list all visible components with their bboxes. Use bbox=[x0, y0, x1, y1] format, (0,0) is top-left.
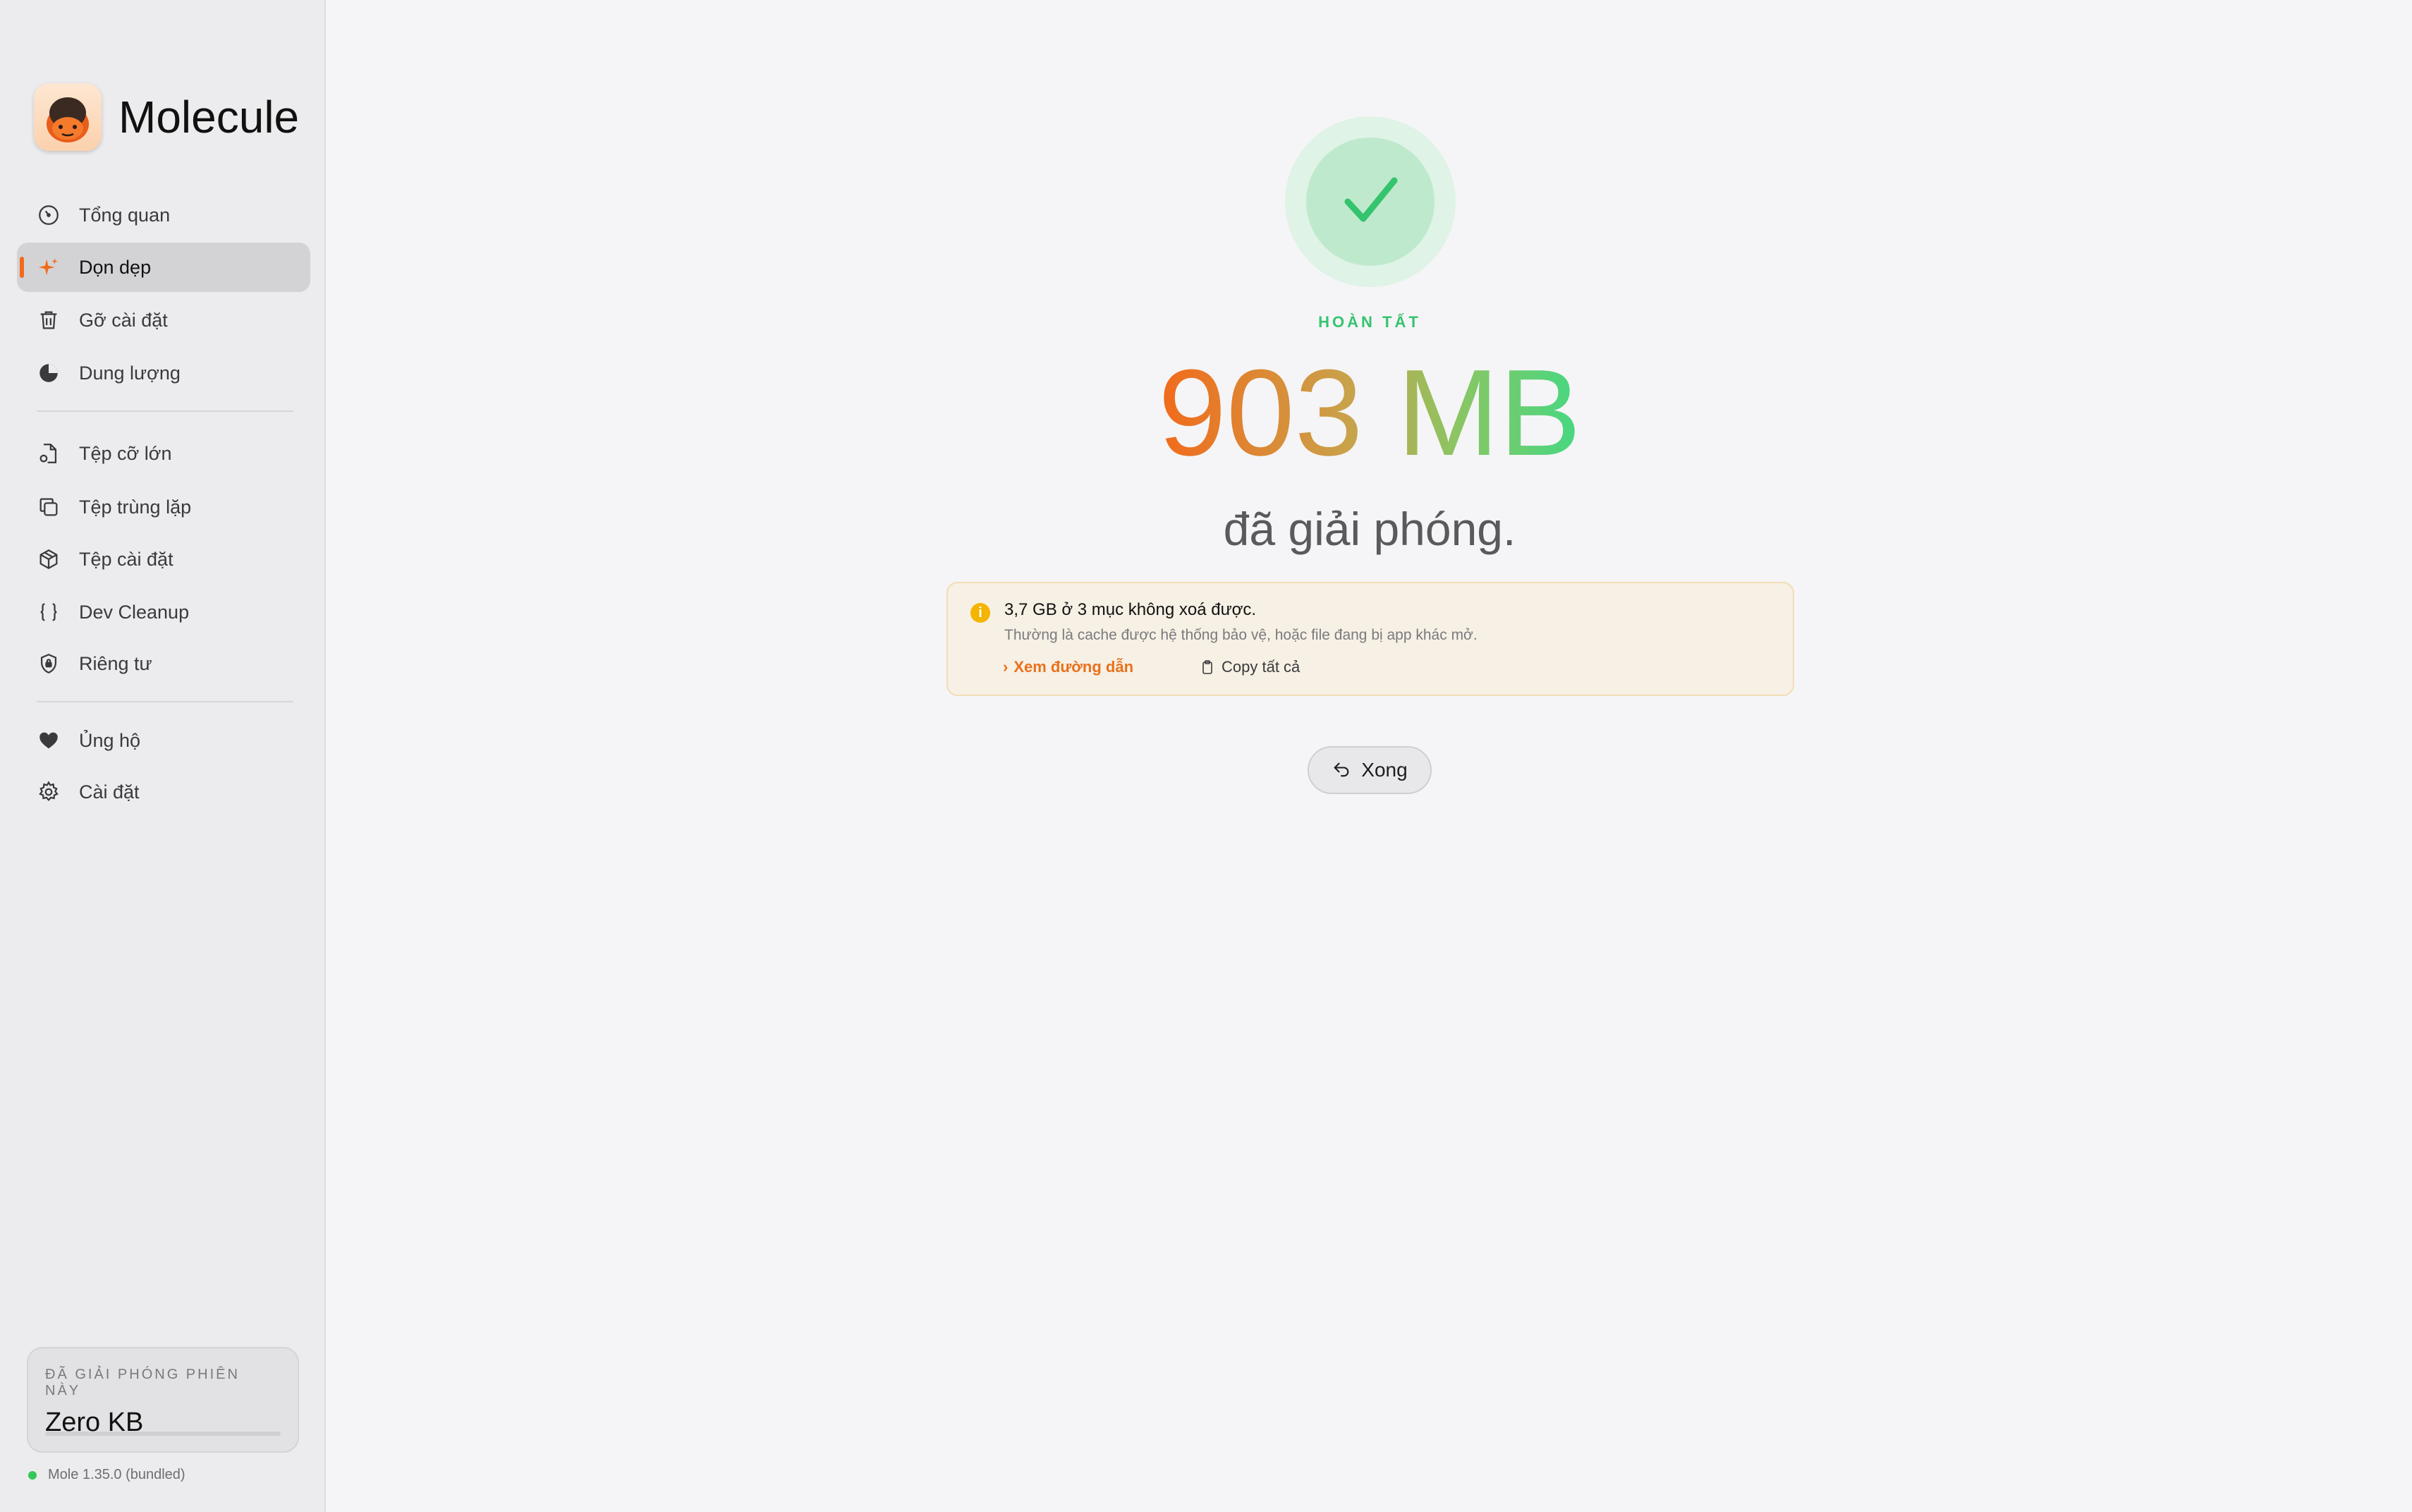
sparkle-icon bbox=[37, 255, 61, 279]
status-label: HOÀN TẤT bbox=[1318, 313, 1421, 331]
sidebar-item-large-files[interactable]: Tệp cỡ lớn bbox=[17, 429, 310, 478]
braces-icon bbox=[37, 600, 61, 624]
sidebar-item-label: Tệp trùng lặp bbox=[79, 496, 192, 518]
sidebar-item-settings[interactable]: Cài đặt bbox=[17, 767, 310, 817]
pie-chart-icon bbox=[37, 361, 61, 385]
return-arrow-icon bbox=[1334, 762, 1349, 777]
sidebar-item-overview[interactable]: Tổng quan bbox=[17, 190, 310, 240]
sidebar-item-dev-cleanup[interactable]: Dev Cleanup bbox=[17, 587, 310, 637]
copy-all-label: Copy tất cả bbox=[1222, 658, 1301, 676]
sidebar-item-duplicates[interactable]: Tệp trùng lặp bbox=[17, 482, 310, 532]
sidebar-item-label: Gỡ cài đặt bbox=[79, 309, 168, 331]
done-button[interactable]: Xong bbox=[1308, 746, 1432, 794]
sidebar-item-label: Tệp cỡ lớn bbox=[79, 442, 172, 464]
sidebar-item-installers[interactable]: Tệp cài đặt bbox=[17, 535, 310, 584]
view-paths-link[interactable]: › Xem đường dẫn bbox=[1003, 658, 1133, 676]
freed-size-value: 903 MB bbox=[1158, 343, 1581, 481]
session-freed-card: ĐÃ GIẢI PHÓNG PHIÊN NÀY Zero KB bbox=[27, 1347, 299, 1453]
session-freed-title: ĐÃ GIẢI PHÓNG PHIÊN NÀY bbox=[45, 1367, 240, 1398]
sidebar-item-label: Dung lượng bbox=[79, 362, 181, 384]
duplicate-icon bbox=[37, 495, 61, 519]
gear-icon bbox=[37, 780, 61, 804]
sidebar-item-label: Cài đặt bbox=[79, 781, 140, 803]
warning-title: 3,7 GB ở 3 mục không xoá được. bbox=[1004, 600, 1257, 619]
sidebar-item-support[interactable]: Ủng hộ bbox=[17, 716, 310, 765]
app-logo bbox=[34, 83, 102, 151]
success-circle bbox=[1306, 138, 1435, 266]
version-label: Mole 1.35.0 (bundled) bbox=[48, 1467, 185, 1482]
success-badge bbox=[1285, 116, 1456, 287]
info-icon: i bbox=[970, 603, 990, 623]
large-file-icon bbox=[37, 441, 61, 465]
clipboard-icon bbox=[1202, 660, 1212, 674]
freed-size: 903 MB bbox=[327, 346, 2412, 480]
trash-icon bbox=[37, 308, 61, 332]
shield-icon bbox=[37, 652, 61, 676]
package-icon bbox=[37, 547, 61, 571]
sidebar-item-storage[interactable]: Dung lượng bbox=[17, 348, 310, 398]
warning-description: Thường là cache được hệ thống bảo vệ, ho… bbox=[1004, 627, 1478, 643]
sidebar-item-label: Dọn dẹp bbox=[79, 256, 152, 278]
active-indicator bbox=[20, 257, 24, 278]
copy-all-button[interactable]: Copy tất cả bbox=[1199, 658, 1300, 676]
sidebar-item-cleanup[interactable]: Dọn dẹp bbox=[17, 243, 310, 292]
sidebar-item-label: Riêng tư bbox=[79, 652, 152, 674]
sidebar-item-label: Ủng hộ bbox=[79, 729, 141, 751]
sidebar-item-label: Tệp cài đặt bbox=[79, 548, 173, 570]
status-dot bbox=[28, 1470, 37, 1480]
heart-icon bbox=[37, 728, 61, 752]
sidebar: Molecule Tổng quan Dọn dẹp Gỡ cài đặt Du… bbox=[0, 0, 326, 1512]
checkmark-icon bbox=[1344, 177, 1398, 222]
sidebar-item-label: Dev Cleanup bbox=[79, 601, 190, 623]
chevron-right-icon: › bbox=[1003, 658, 1009, 676]
warning-banner: i 3,7 GB ở 3 mục không xoá được. Thường … bbox=[946, 582, 1794, 696]
app-brand: Molecule bbox=[34, 83, 299, 151]
gauge-icon bbox=[37, 203, 61, 227]
app-name: Molecule bbox=[118, 92, 300, 142]
sidebar-item-label: Tổng quan bbox=[79, 204, 171, 226]
sidebar-item-privacy[interactable]: Riêng tư bbox=[17, 639, 310, 688]
sidebar-divider bbox=[37, 410, 293, 412]
main-content: HOÀN TẤT 903 MB đã giải phóng. i 3,7 GB … bbox=[327, 0, 2412, 1512]
session-freed-progress bbox=[45, 1432, 281, 1436]
version-info: Mole 1.35.0 (bundled) bbox=[28, 1467, 185, 1483]
sidebar-divider bbox=[37, 701, 293, 702]
freed-subtitle: đã giải phóng. bbox=[1223, 503, 1516, 555]
sidebar-item-uninstall[interactable]: Gỡ cài đặt bbox=[17, 295, 310, 345]
done-button-label: Xong bbox=[1361, 759, 1408, 781]
view-paths-label: Xem đường dẫn bbox=[1013, 658, 1134, 676]
